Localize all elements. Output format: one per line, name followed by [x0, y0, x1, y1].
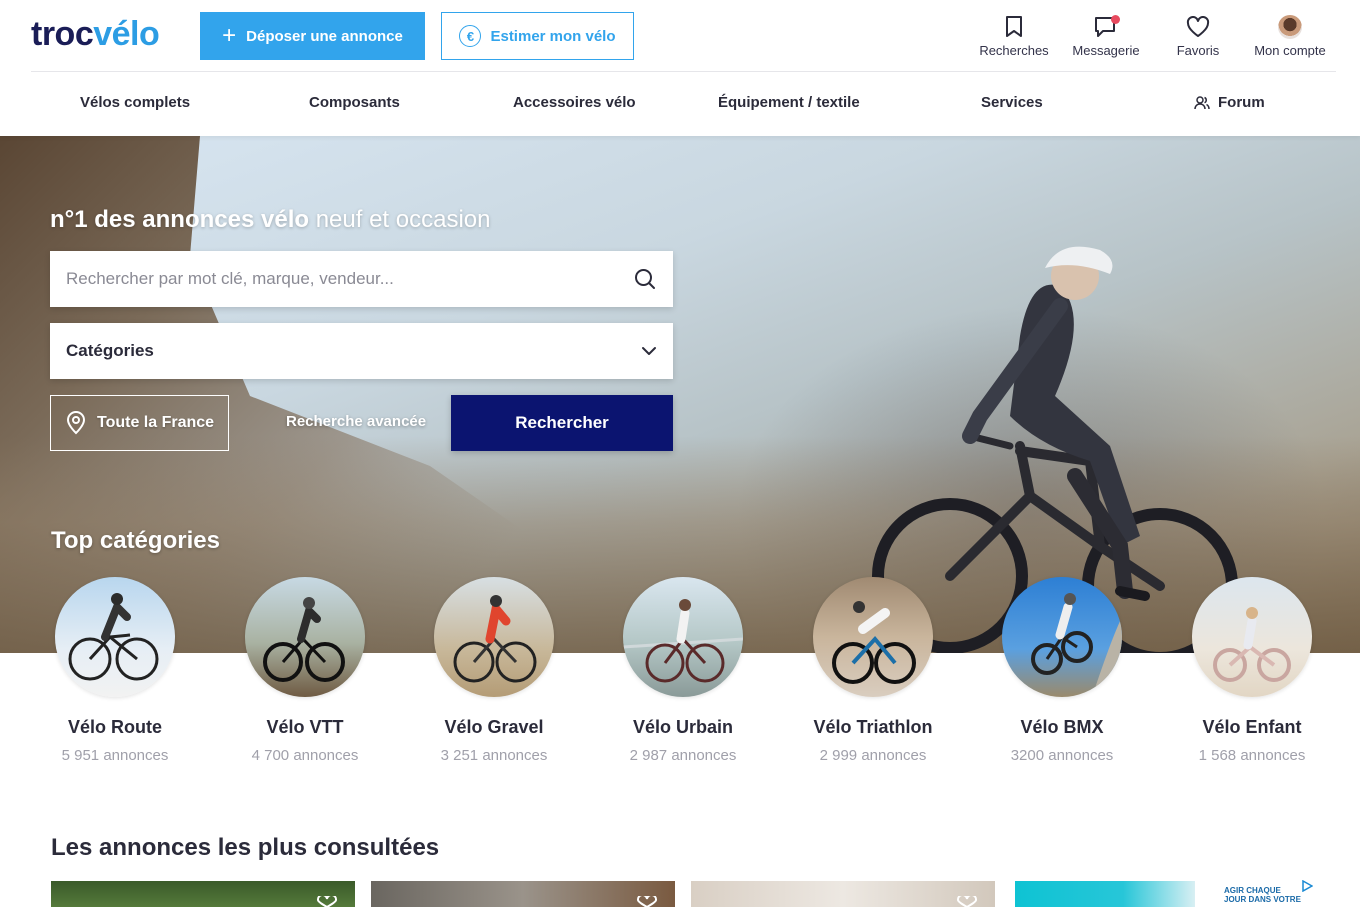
logo-part-2: vélo [93, 15, 160, 53]
category-bmx-name: Vélo BMX [1020, 717, 1104, 737]
category-urban-name: Vélo Urbain [632, 717, 734, 737]
messages-link[interactable]: Messagerie [1060, 14, 1152, 58]
most-viewed-title: Les annonces les plus consultées [51, 834, 440, 861]
category-mtb-count: 4 700 annonces [251, 747, 359, 764]
hero-banner: n°1 des annonces vélo neuf et occasion C… [0, 136, 1360, 653]
advanced-search-link[interactable]: Recherche avancée [286, 413, 426, 430]
listing-card-2[interactable] [371, 881, 675, 907]
category-kids-name: Vélo Enfant [1202, 717, 1302, 737]
category-gravel-count: 3 251 annonces [440, 747, 548, 764]
chevron-down-icon [642, 347, 656, 355]
notification-dot [1111, 15, 1120, 24]
category-road-count: 5 951 annonces [61, 747, 169, 764]
nav-item-services[interactable]: Services [981, 94, 1043, 111]
search-input[interactable] [50, 251, 617, 307]
category-road-name: Vélo Route [67, 717, 162, 737]
messages-label: Messagerie [1072, 43, 1140, 58]
account-link[interactable]: Mon compte [1244, 14, 1336, 58]
nav-item-forum[interactable]: Forum [1194, 94, 1265, 111]
hero-title-bold: n°1 des annonces vélo [50, 206, 310, 233]
category-triathlon-image [813, 577, 933, 697]
euro-icon: € [459, 25, 482, 47]
nav-item-components[interactable]: Composants [309, 94, 400, 111]
estimate-bike-button[interactable]: € Estimer mon vélo [441, 12, 634, 60]
category-gravel[interactable]: Vélo Gravel 3 251 annonces [414, 577, 574, 764]
listing-card-1[interactable] [51, 881, 355, 907]
search-bar [50, 251, 673, 307]
forum-label: Forum [1218, 94, 1265, 111]
ad-text-line-1: AGIR CHAQUE [1224, 886, 1281, 895]
nav-item-complete-bikes[interactable]: Vélos complets [80, 94, 190, 111]
avatar-wrap [1278, 14, 1302, 40]
category-kids-count: 1 568 annonces [1198, 747, 1306, 764]
saved-searches-link[interactable]: Recherches [968, 14, 1060, 58]
location-label: Toute la France [97, 414, 215, 431]
category-gravel-image [434, 577, 554, 697]
search-button[interactable]: Rechercher [451, 395, 673, 451]
category-kids-image [1192, 577, 1312, 697]
category-bmx-image [1002, 577, 1122, 697]
site-header: troc vélo + Déposer une annonce € Estimer… [0, 0, 1360, 136]
category-select[interactable]: Catégories [50, 323, 673, 379]
deposit-ad-label: Déposer une annonce [246, 27, 403, 45]
estimate-bike-label: Estimer mon vélo [490, 27, 616, 45]
logo-part-1: troc [31, 15, 94, 53]
category-urban[interactable]: Vélo Urbain 2 987 annonces [603, 577, 763, 764]
category-triathlon-name: Vélo Triathlon [813, 717, 933, 737]
location-pin-icon [66, 411, 86, 435]
account-actions: Recherches Messagerie Favoris Mon compte [968, 14, 1336, 58]
category-triathlon-count: 2 999 annonces [819, 747, 927, 764]
favorite-heart-icon[interactable] [636, 896, 658, 907]
account-label: Mon compte [1254, 43, 1326, 58]
listing-card-3[interactable] [691, 881, 995, 907]
category-urban-image [623, 577, 743, 697]
category-triathlon[interactable]: Vélo Triathlon 2 999 annonces [793, 577, 953, 764]
category-mtb-image [245, 577, 365, 697]
logo[interactable]: troc vélo [31, 15, 160, 55]
avatar [1278, 15, 1302, 39]
main-nav: Vélos complets Composants Accessoires vé… [0, 72, 1360, 136]
category-road[interactable]: Vélo Route 5 951 annonces [35, 577, 195, 764]
category-urban-count: 2 987 annonces [629, 747, 737, 764]
advertisement-text[interactable]: AGIR CHAQUE JOUR DANS VOTRE [1224, 886, 1301, 904]
users-icon [1194, 95, 1210, 109]
category-road-image [55, 577, 175, 697]
category-select-label: Catégories [66, 341, 154, 360]
nav-item-accessories[interactable]: Accessoires vélo [513, 94, 636, 111]
plus-icon: + [222, 22, 237, 49]
category-gravel-name: Vélo Gravel [444, 717, 544, 737]
category-bmx-count: 3200 annonces [1010, 747, 1114, 764]
message-icon [1094, 14, 1120, 40]
hero-title-rest: neuf et occasion [309, 206, 491, 233]
favorites-label: Favoris [1176, 43, 1220, 58]
advertisement-image[interactable] [1015, 881, 1195, 907]
top-categories: Vélo Route 5 951 annonces Vélo VTT 4 700… [0, 577, 1360, 777]
location-button[interactable]: Toute la France [50, 395, 229, 451]
category-bmx[interactable]: Vélo BMX 3200 annonces [982, 577, 1142, 764]
deposit-ad-button[interactable]: + Déposer une annonce [200, 12, 425, 60]
hero-title: n°1 des annonces vélo neuf et occasion [50, 206, 490, 234]
heart-icon [1186, 14, 1210, 40]
nav-item-equipment[interactable]: Équipement / textile [718, 94, 860, 111]
saved-searches-label: Recherches [979, 43, 1049, 58]
search-icon[interactable] [617, 251, 673, 307]
favorite-heart-icon[interactable] [316, 896, 338, 907]
ad-choices-icon[interactable] [1301, 880, 1313, 892]
category-mtb-name: Vélo VTT [266, 717, 344, 737]
bookmark-icon [1005, 14, 1023, 40]
favorite-heart-icon[interactable] [956, 896, 978, 907]
ad-text-line-2: JOUR DANS VOTRE [1224, 895, 1301, 904]
favorites-link[interactable]: Favoris [1152, 14, 1244, 58]
category-mtb[interactable]: Vélo VTT 4 700 annonces [225, 577, 385, 764]
top-categories-title: Top catégories [51, 527, 220, 554]
category-kids[interactable]: Vélo Enfant 1 568 annonces [1172, 577, 1332, 764]
